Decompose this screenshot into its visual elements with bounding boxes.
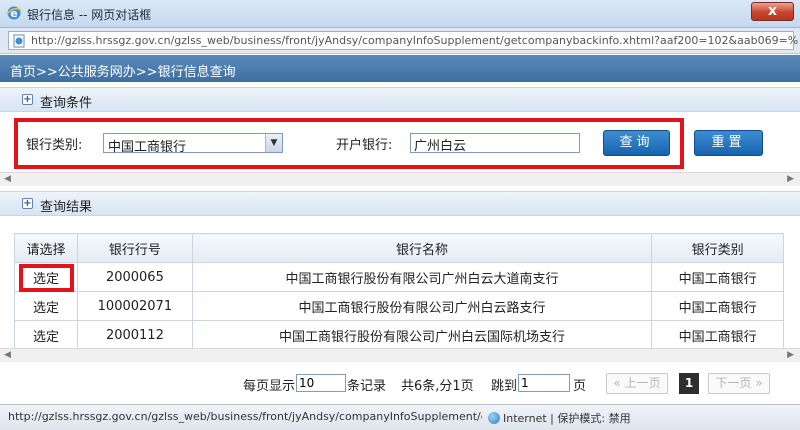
expand-icon[interactable]: +: [22, 94, 33, 105]
bank-type-cell: 中国工商银行: [651, 291, 784, 321]
page-icon: [13, 34, 25, 48]
per-page-suffix: 条记录: [347, 379, 387, 394]
column-header: 银行名称: [191, 233, 653, 263]
search-button[interactable]: 查询: [603, 130, 670, 156]
query-section-title: 查询条件: [40, 96, 93, 111]
prev-page-button[interactable]: « 上一页: [606, 373, 668, 394]
column-header: 银行类别: [651, 233, 784, 263]
close-icon: x: [767, 3, 778, 19]
per-page-prefix: 每页显示: [243, 379, 296, 394]
scroll-left-icon[interactable]: ◀: [4, 350, 11, 360]
table-row: 选定 2000065 中国工商银行股份有限公司广州白云大道南支行 中国工商银行: [14, 262, 784, 292]
open-bank-input[interactable]: 广州白云: [410, 133, 580, 154]
bank-name-cell: 中国工商银行股份有限公司广州白云大道南支行: [191, 262, 653, 292]
table-row: 选定 2000112 中国工商银行股份有限公司广州白云国际机场支行 中国工商银行: [14, 320, 784, 350]
address-bar: http://gzlss.hrssgz.gov.cn/gzlss_web/bus…: [0, 28, 800, 54]
security-zone-text: Internet | 保护模式: 禁用: [503, 412, 631, 425]
goto-suffix: 页: [573, 379, 587, 394]
breadcrumb: 首页>>公共服务网办>>银行信息查询: [0, 55, 800, 82]
select-link[interactable]: 选定: [14, 291, 78, 321]
address-url: http://gzlss.hrssgz.gov.cn/gzlss_web/bus…: [31, 34, 799, 47]
bank-code-cell: 2000112: [76, 320, 193, 350]
bank-type-cell: 中国工商银行: [651, 262, 784, 292]
bank-code-cell: 2000065: [76, 262, 193, 292]
horizontal-scrollbar[interactable]: ◀ ▶: [0, 348, 800, 362]
next-page-button[interactable]: 下一页 »: [708, 373, 770, 394]
chevron-down-icon[interactable]: ▼: [265, 134, 282, 152]
security-zone: Internet | 保护模式: 禁用: [488, 410, 631, 426]
bank-type-cell: 中国工商银行: [651, 320, 784, 350]
table-row: 选定 100002071 中国工商银行股份有限公司广州白云路支行 中国工商银行: [14, 291, 784, 321]
bank-type-value: 中国工商银行: [108, 140, 187, 155]
address-field[interactable]: http://gzlss.hrssgz.gov.cn/gzlss_web/bus…: [8, 31, 798, 50]
select-link[interactable]: 选定: [14, 320, 78, 350]
query-form: 银行类别: 中国工商银行 ▼ 开户银行: 广州白云 查询: [14, 118, 684, 169]
ie-icon: e: [6, 6, 22, 20]
bank-name-cell: 中国工商银行股份有限公司广州白云国际机场支行: [191, 320, 653, 350]
goto-prefix: 跳到: [491, 379, 518, 394]
bank-type-label: 银行类别:: [26, 138, 83, 153]
breadcrumb-text: 首页>>公共服务网办>>银行信息查询: [10, 65, 236, 80]
highlight-box: [19, 264, 74, 292]
reset-button[interactable]: 重置: [694, 130, 763, 156]
open-bank-label: 开户银行:: [336, 138, 393, 153]
goto-page-input[interactable]: [518, 374, 570, 392]
scroll-right-icon[interactable]: ▶: [787, 350, 794, 360]
status-url: http://gzlss.hrssgz.gov.cn/gzlss_web/bus…: [8, 410, 482, 423]
scroll-left-icon[interactable]: ◀: [4, 174, 11, 184]
select-link[interactable]: 选定: [14, 262, 78, 292]
results-table: 请选择 银行行号 银行名称 银行类别 选定 2000065 中国工商银行股份有限…: [14, 233, 784, 350]
column-header: 请选择: [14, 233, 78, 263]
status-bar: http://gzlss.hrssgz.gov.cn/gzlss_web/bus…: [0, 404, 800, 430]
globe-icon: [488, 412, 500, 424]
horizontal-scrollbar[interactable]: ◀ ▶: [0, 172, 800, 186]
record-summary: 共6条,分1页: [401, 379, 474, 394]
bank-name-cell: 中国工商银行股份有限公司广州白云路支行: [191, 291, 653, 321]
query-section-header[interactable]: + 查询条件: [0, 87, 800, 112]
current-page[interactable]: 1: [679, 373, 699, 394]
results-section-header[interactable]: + 查询结果: [0, 191, 800, 216]
table-header-row: 请选择 银行行号 银行名称 银行类别: [14, 233, 784, 263]
results-section-title: 查询结果: [40, 200, 93, 215]
window-titlebar: e 银行信息 -- 网页对话框 x: [0, 0, 800, 28]
column-header: 银行行号: [76, 233, 193, 263]
window-title: 银行信息 -- 网页对话框: [27, 8, 152, 22]
bank-type-select[interactable]: 中国工商银行 ▼: [103, 133, 283, 155]
per-page-input[interactable]: [296, 374, 346, 392]
bank-code-cell: 100002071: [76, 291, 193, 321]
close-button[interactable]: x: [751, 2, 794, 21]
pager: 每页显示 条记录 共6条,分1页 跳到 页 « 上一页 1 下一页 »: [0, 373, 800, 395]
expand-icon[interactable]: +: [22, 198, 33, 209]
scroll-right-icon[interactable]: ▶: [787, 174, 794, 184]
